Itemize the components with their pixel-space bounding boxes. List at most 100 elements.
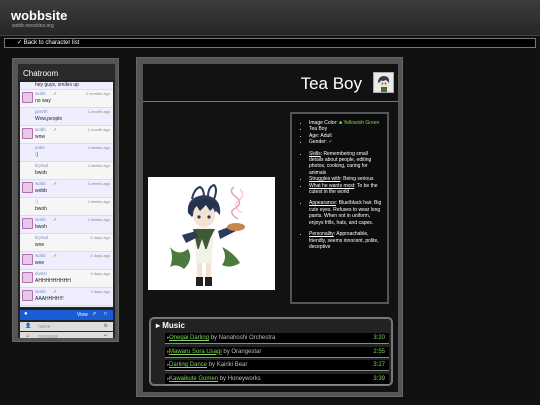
avatar[interactable] — [22, 290, 33, 301]
chat-username[interactable]: wobb — [35, 127, 46, 132]
chat-message-text: no way — [35, 98, 51, 104]
chat-timestamp: 5 days ago — [90, 235, 110, 240]
track-title[interactable]: Kawaikute Gomen — [169, 376, 218, 382]
avatar[interactable] — [22, 146, 33, 157]
avatar[interactable] — [22, 110, 33, 121]
music-track[interactable]: ▸ Onegai Darling by Nanahoshi Orchestra 3:… — [165, 333, 389, 344]
play-icon[interactable]: ▸ — [167, 376, 170, 382]
chat-message: krystal 5 days ago woe — [20, 234, 113, 252]
chat-message-text: :) — [35, 152, 39, 158]
music-title[interactable]: ▸ Music — [156, 321, 185, 330]
external-link-icon[interactable]: ⇗ — [53, 253, 57, 259]
chat-message-list[interactable]: hey guys, smiles up wobb ⇗ 2 months ago no … — [20, 82, 113, 307]
chat-message-text: Wow,people — [35, 116, 63, 122]
info-gender: Gender: ♂ — [309, 139, 383, 145]
chat-message-text: bwob — [35, 170, 47, 176]
site-title: wobbsite — [11, 8, 68, 23]
character-profile-inner: Tea Boy • Image Color: ■ Yellowish Green… — [143, 64, 398, 392]
gear-icon[interactable]: ⚙ — [104, 323, 108, 329]
chat-message: :) 2 weeks ago bwoh — [20, 198, 113, 216]
chat-timestamp: 4 weeks ago — [87, 163, 110, 168]
avatar[interactable] — [22, 236, 33, 247]
chat-message: krystal 4 weeks ago bwob — [20, 162, 113, 180]
chat-username[interactable]: wobb — [35, 181, 46, 186]
chat-username[interactable]: poke — [35, 145, 45, 150]
chat-message: wobb ⇗ 4 days ago woe — [20, 252, 113, 270]
music-playlist: ▸ Music ▸ Onegai Darling by Nanahoshi Orc… — [149, 317, 393, 386]
track-title[interactable]: Darling Dance — [169, 362, 207, 368]
avatar[interactable] — [22, 164, 33, 175]
external-link-icon[interactable]: ⇗ — [53, 217, 57, 223]
track-title[interactable]: Mawaru Sora Usagi — [169, 349, 222, 355]
personality-label: Personality — [309, 231, 334, 238]
chat-message: wobb ⇗ 2 weeks ago bwoh — [20, 216, 113, 234]
back-to-characters-link[interactable]: ✓ Back to character list — [4, 38, 536, 48]
character-name: Tea Boy — [300, 74, 362, 93]
chat-username[interactable]: jamrth — [35, 109, 48, 114]
chat-message-input[interactable]: ☺ message ↵ — [20, 332, 113, 338]
wants-label: What he wants most — [309, 182, 355, 189]
music-title-label: Music — [162, 321, 185, 330]
chat-message-text: wobb — [35, 188, 47, 194]
header-divider — [143, 101, 398, 102]
music-track[interactable]: ▸ Kawaikute Gomen by Honeyworks 3:39 — [165, 373, 389, 385]
track-duration: 3:20 — [373, 335, 385, 341]
info-personality: Personality: Approachable, friendly, see… — [309, 231, 383, 250]
chat-timestamp: 4 days ago — [90, 253, 110, 258]
chat-message-text: AHHHHHHHHH — [35, 278, 71, 284]
user-icon[interactable]: ● — [24, 311, 28, 317]
avatar[interactable] — [22, 272, 33, 283]
external-link-icon[interactable]: ⇗ — [53, 91, 57, 97]
play-icon[interactable]: ▸ — [167, 335, 170, 341]
chat-timestamp: 1 month ago — [87, 109, 110, 114]
music-track[interactable]: ▸ Mawaru Sora Usagi by Orangestar 2:55 — [165, 346, 389, 358]
chat-message-text: woe — [35, 242, 45, 248]
track-duration: 3:39 — [373, 375, 385, 382]
chatroom-panel: Chatroom hey guys, smiles up wobb ⇗ 2 mont… — [12, 58, 119, 342]
avatar[interactable] — [22, 92, 33, 103]
chat-timestamp: 2 months ago — [85, 91, 110, 96]
chat-username[interactable]: wobb — [35, 91, 46, 96]
chat-toolbar: ● View ⇗ □ — [20, 310, 113, 320]
track-title[interactable]: Onegai Darling — [169, 335, 209, 341]
chat-message-text: woe — [35, 260, 45, 266]
avatar[interactable] — [22, 218, 33, 229]
play-icon[interactable]: ▸ — [167, 362, 170, 368]
avatar[interactable] — [22, 254, 33, 265]
chat-username[interactable]: dustin — [35, 271, 47, 276]
square-icon[interactable]: □ — [104, 311, 107, 317]
avatar[interactable] — [22, 200, 33, 211]
external-link-icon[interactable]: ⇗ — [53, 181, 57, 187]
chat-username[interactable]: :) — [35, 199, 38, 204]
external-link-icon[interactable]: ⇗ — [92, 311, 96, 317]
track-artist: by Kairiki Bear — [207, 362, 248, 368]
chat-username[interactable]: wobb — [35, 289, 46, 294]
chat-username[interactable]: wobb — [35, 253, 46, 258]
chat-username[interactable]: krystal — [35, 163, 48, 168]
smiley-icon[interactable]: ☺ — [25, 333, 30, 338]
chat-username[interactable]: wobb — [35, 217, 46, 222]
music-track[interactable]: ▸ Darling Dance by Kairiki Bear 3:27 — [165, 360, 389, 371]
info-wants: What he wants most: To be the cutest in … — [309, 183, 383, 196]
info-appearance: Appearance: Blue/black hair. Big cute ey… — [309, 200, 383, 226]
external-link-icon[interactable]: ⇗ — [53, 127, 57, 133]
chat-timestamp: 4 weeks ago — [87, 145, 110, 150]
site-subtitle: wobb.neocities.org — [12, 23, 54, 29]
avatar[interactable] — [22, 128, 33, 139]
chatroom-title: Chatroom — [18, 64, 115, 80]
avatar[interactable] — [22, 182, 33, 193]
play-icon[interactable]: ▸ — [167, 349, 170, 355]
character-info-box: Image Color: ■ Yellowish Green Tea Boy A… — [290, 112, 389, 304]
track-duration: 2:55 — [373, 348, 385, 355]
image-color-label: Image Color: — [309, 120, 340, 126]
chat-view-button[interactable]: View — [77, 312, 88, 318]
chat-message: wobb ⇗ 1 month ago wow — [20, 126, 113, 144]
send-icon[interactable]: ↵ — [104, 333, 108, 338]
external-link-icon[interactable]: ⇗ — [53, 289, 57, 295]
chat-message-placeholder: message — [38, 334, 59, 338]
info-skills: Skills: Remembering small details about … — [309, 151, 383, 177]
chat-name-input[interactable]: 👤 name ⚙ — [20, 322, 113, 331]
chat-timestamp: 2 weeks ago — [87, 217, 110, 222]
chat-username[interactable]: krystal — [35, 235, 48, 240]
chat-message-text: bwoh — [35, 224, 47, 230]
